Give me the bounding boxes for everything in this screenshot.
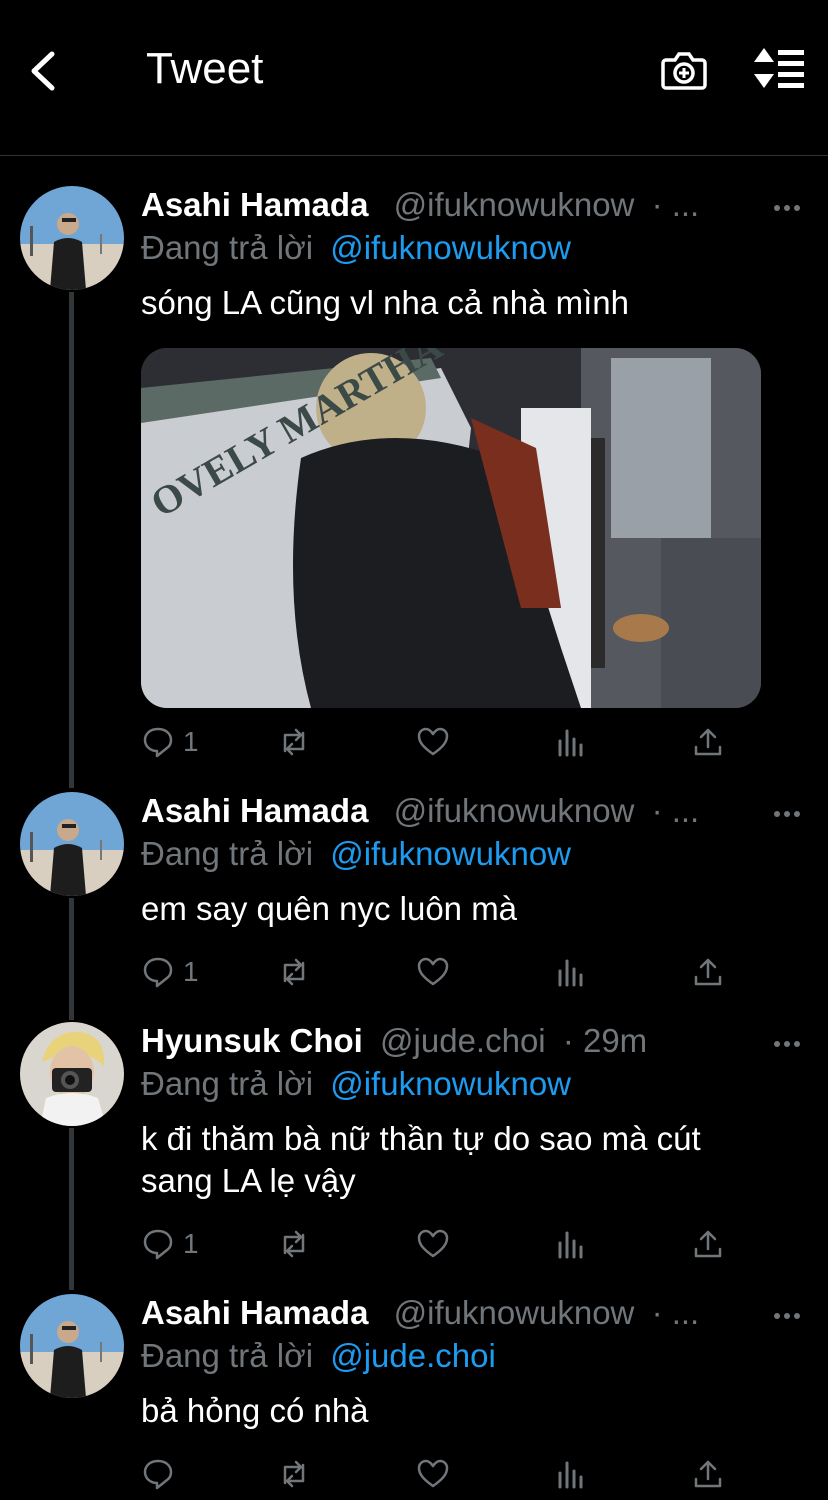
retweet-icon bbox=[283, 958, 305, 986]
reply-button[interactable] bbox=[141, 1454, 183, 1494]
analytics-button[interactable] bbox=[554, 722, 588, 762]
avatar[interactable] bbox=[20, 186, 124, 290]
retweet-button[interactable] bbox=[277, 1454, 311, 1494]
sort-icon bbox=[754, 48, 804, 88]
meta: · ... bbox=[651, 1294, 700, 1331]
media-image: OVELY MARTHA bbox=[141, 348, 761, 708]
retweet-icon bbox=[283, 1230, 305, 1258]
share-button[interactable] bbox=[691, 722, 725, 762]
like-button[interactable] bbox=[416, 722, 450, 762]
retweet-icon bbox=[283, 1460, 305, 1488]
reply-to-link[interactable]: @ifuknowuknow bbox=[330, 229, 571, 266]
handle[interactable]: @ifuknowuknow bbox=[394, 1294, 635, 1331]
reply-icon bbox=[143, 1459, 173, 1490]
avatar-image bbox=[20, 1022, 124, 1126]
like-button[interactable] bbox=[416, 1224, 450, 1264]
avatar[interactable] bbox=[20, 1022, 124, 1126]
heart-icon bbox=[417, 727, 449, 756]
tweet-text: bả hỏng có nhà bbox=[141, 1392, 369, 1429]
retweet-icon bbox=[283, 728, 305, 756]
top-bar: Tweet bbox=[0, 0, 828, 156]
heart-icon bbox=[417, 957, 449, 986]
analytics-button[interactable] bbox=[554, 952, 588, 992]
camera-plus-icon bbox=[661, 52, 707, 90]
reply-prefix: Đang trả lời bbox=[141, 1337, 314, 1374]
reply-prefix: Đang trả lời bbox=[141, 1065, 314, 1102]
share-button[interactable] bbox=[691, 952, 725, 992]
avatar-image bbox=[20, 1294, 124, 1398]
reply-prefix: Đang trả lời bbox=[141, 229, 314, 266]
share-icon bbox=[694, 728, 722, 756]
tweet-text: sóng LA cũng vl nha cả nhà mình bbox=[141, 284, 630, 321]
reply-icon bbox=[143, 1229, 173, 1260]
reply-prefix: Đang trả lời bbox=[141, 835, 314, 872]
share-icon bbox=[694, 1230, 722, 1258]
reply-count: 1 bbox=[183, 1228, 199, 1259]
reply-to-link[interactable]: @jude.choi bbox=[330, 1337, 496, 1374]
display-name[interactable]: Asahi Hamada bbox=[141, 1294, 368, 1331]
display-name[interactable]: Asahi Hamada bbox=[141, 792, 368, 829]
analytics-icon bbox=[558, 729, 583, 757]
tweet-text: em say quên nyc luôn mà bbox=[141, 890, 518, 927]
thread-line bbox=[69, 898, 74, 1020]
thread-line bbox=[69, 292, 74, 788]
tweet-actions: 1 bbox=[141, 952, 761, 992]
analytics-button[interactable] bbox=[554, 1454, 588, 1494]
share-icon bbox=[694, 1460, 722, 1488]
analytics-icon bbox=[558, 959, 583, 987]
tweet-actions: 1 bbox=[141, 722, 761, 762]
more-options-icon[interactable] bbox=[772, 1036, 802, 1052]
reply-button[interactable]: 1 bbox=[141, 952, 199, 992]
retweet-button[interactable] bbox=[277, 722, 311, 762]
share-icon bbox=[694, 958, 722, 986]
retweet-button[interactable] bbox=[277, 952, 311, 992]
reply-button[interactable]: 1 bbox=[141, 722, 199, 762]
camera-button[interactable] bbox=[660, 48, 708, 92]
page-title: Tweet bbox=[146, 44, 264, 93]
handle[interactable]: @ifuknowuknow bbox=[394, 792, 635, 829]
retweet-button[interactable] bbox=[277, 1224, 311, 1264]
back-button[interactable] bbox=[22, 46, 66, 96]
avatar[interactable] bbox=[20, 1294, 124, 1398]
more-options-icon[interactable] bbox=[772, 1308, 802, 1324]
analytics-icon bbox=[558, 1231, 583, 1259]
meta: · ... bbox=[651, 792, 700, 829]
like-button[interactable] bbox=[416, 1454, 450, 1494]
meta: · ... bbox=[651, 186, 700, 223]
tweet-media[interactable]: OVELY MARTHA bbox=[141, 348, 761, 708]
share-button[interactable] bbox=[691, 1454, 725, 1494]
heart-icon bbox=[417, 1229, 449, 1258]
reply-button[interactable]: 1 bbox=[141, 1224, 199, 1264]
avatar-image bbox=[20, 186, 124, 290]
display-name[interactable]: Asahi Hamada bbox=[141, 186, 368, 223]
reply-icon bbox=[143, 957, 173, 988]
handle[interactable]: @ifuknowuknow bbox=[394, 186, 635, 223]
tweet-actions bbox=[141, 1454, 761, 1494]
heart-icon bbox=[417, 1459, 449, 1488]
share-button[interactable] bbox=[691, 1224, 725, 1264]
reply-to-link[interactable]: @ifuknowuknow bbox=[330, 1065, 571, 1102]
handle[interactable]: @jude.choi bbox=[380, 1022, 546, 1059]
avatar[interactable] bbox=[20, 792, 124, 896]
thread-line bbox=[69, 1128, 74, 1290]
reply-to-link[interactable]: @ifuknowuknow bbox=[330, 835, 571, 872]
analytics-button[interactable] bbox=[554, 1224, 588, 1264]
sort-replies-button[interactable] bbox=[752, 46, 806, 92]
like-button[interactable] bbox=[416, 952, 450, 992]
chevron-left-icon bbox=[31, 51, 55, 91]
tweet-actions: 1 bbox=[141, 1224, 761, 1264]
reply-count: 1 bbox=[183, 726, 199, 757]
reply-count: 1 bbox=[183, 956, 199, 987]
more-options-icon[interactable] bbox=[772, 200, 802, 216]
meta: · 29m bbox=[562, 1022, 648, 1059]
display-name[interactable]: Hyunsuk Choi bbox=[141, 1022, 363, 1059]
tweet-text: k đi thăm bà nữ thần tự do sao mà cút sa… bbox=[141, 1120, 701, 1199]
more-options-icon[interactable] bbox=[772, 806, 802, 822]
analytics-icon bbox=[558, 1461, 583, 1489]
reply-icon bbox=[143, 727, 173, 758]
avatar-image bbox=[20, 792, 124, 896]
